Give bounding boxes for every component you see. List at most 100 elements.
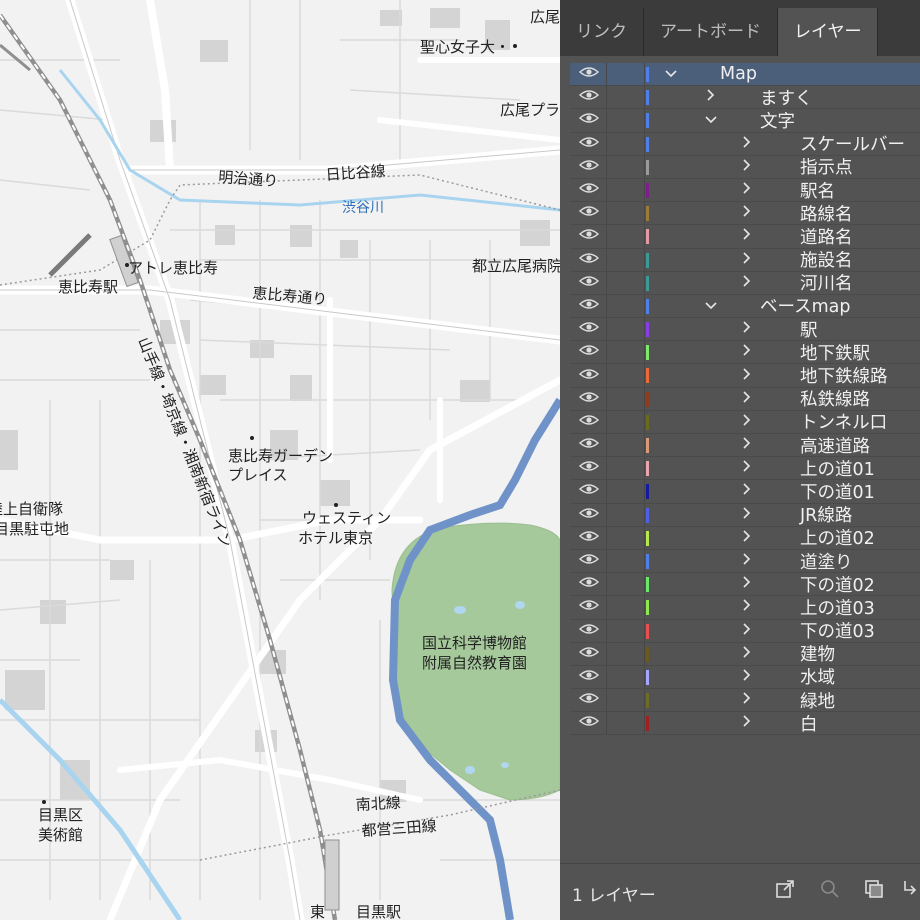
layer-row[interactable]: 上の道02 [570,526,920,550]
label-museum-1: 国立科学博物館 [422,634,527,652]
chevron-down-icon[interactable] [704,112,718,128]
layer-row[interactable]: 駅 [570,318,920,342]
eye-icon[interactable] [576,460,602,476]
layer-row[interactable]: 緑地 [570,689,920,713]
eye-icon[interactable] [576,530,602,546]
chevron-right-icon[interactable] [740,344,754,360]
chevron-right-icon[interactable] [740,367,754,384]
layer-row[interactable]: 下の道03 [570,619,920,643]
eye-icon[interactable] [576,182,602,198]
map-canvas[interactable]: 広尾 聖心女子大・ 広尾プラ 明治通り 日比谷線 渋谷川 アトレ恵比寿 恵比寿駅… [0,0,560,920]
chevron-down-icon[interactable] [704,298,718,314]
layer-row[interactable]: 道路名 [570,225,920,249]
eye-icon[interactable] [576,205,602,221]
layer-row[interactable]: 文字 [570,109,920,133]
chevron-right-icon[interactable] [740,692,754,708]
eye-icon[interactable] [576,483,602,499]
chevron-right-icon[interactable] [740,414,754,430]
chevron-right-icon[interactable] [740,252,754,268]
eye-icon[interactable] [576,599,602,615]
eye-icon[interactable] [576,437,602,453]
eye-icon[interactable] [576,715,602,731]
chevron-right-icon[interactable] [704,89,718,105]
layer-color-swatch [646,322,649,338]
eye-icon[interactable] [576,623,602,639]
eye-icon[interactable] [576,368,602,384]
eye-icon[interactable] [576,669,602,685]
layer-row[interactable]: 下の道01 [570,480,920,504]
eye-icon[interactable] [576,275,602,291]
layer-row[interactable]: 白 [570,712,920,736]
eye-icon[interactable] [576,89,602,105]
layer-row[interactable]: 駅名 [570,178,920,203]
chevron-right-icon[interactable] [740,483,754,499]
layer-row[interactable]: 下の道02 [570,573,920,597]
layer-row[interactable]: 地下鉄駅 [570,341,920,365]
layer-row[interactable]: Map [570,63,920,87]
new-sublayer-icon[interactable] [900,878,920,902]
layer-name: ますく [760,88,813,109]
eye-icon[interactable] [576,576,602,592]
chevron-right-icon[interactable] [740,576,754,592]
eye-icon[interactable] [576,66,602,82]
chevron-right-icon[interactable] [740,228,754,244]
chevron-right-icon[interactable] [740,159,754,175]
layer-row[interactable]: 河川名 [570,271,920,295]
eye-icon[interactable] [576,553,602,569]
layer-row[interactable]: JR線路 [570,503,920,527]
chevron-right-icon[interactable] [740,391,754,407]
layer-row[interactable]: 地下鉄線路 [570,364,920,388]
chevron-right-icon[interactable] [740,205,754,221]
chevron-down-icon[interactable] [664,66,678,82]
chevron-right-icon[interactable] [740,460,754,476]
eye-icon[interactable] [576,228,602,244]
chevron-right-icon[interactable] [740,646,754,662]
eye-icon[interactable] [576,298,602,314]
layer-row[interactable]: 指示点 [570,155,920,179]
eye-icon[interactable] [576,159,602,175]
chevron-right-icon[interactable] [740,437,754,453]
layer-row[interactable]: 上の道03 [570,596,920,620]
search-icon[interactable] [818,878,842,902]
export-icon[interactable] [773,878,797,902]
layer-row[interactable]: 私鉄線路 [570,387,920,411]
layer-row[interactable]: 上の道01 [570,457,920,481]
chevron-right-icon[interactable] [740,507,754,523]
layer-row[interactable]: 道塗り [570,549,920,574]
tab-links[interactable]: リンク [560,8,644,56]
eye-icon[interactable] [576,252,602,268]
chevron-right-icon[interactable] [740,321,754,337]
clipping-mask-icon[interactable] [862,878,886,902]
chevron-right-icon[interactable] [740,136,754,152]
eye-icon[interactable] [576,112,602,128]
layer-row[interactable]: ベースmap [570,294,920,319]
layer-row[interactable]: 建物 [570,642,920,666]
chevron-right-icon[interactable] [740,275,754,291]
eye-icon[interactable] [576,414,602,430]
chevron-right-icon[interactable] [740,669,754,685]
chevron-right-icon[interactable] [740,530,754,546]
chevron-right-icon[interactable] [740,599,754,615]
layer-row[interactable]: スケールバー [570,132,920,156]
eye-icon[interactable] [576,646,602,662]
chevron-right-icon[interactable] [740,715,754,731]
chevron-right-icon[interactable] [740,553,754,569]
eye-icon[interactable] [576,692,602,708]
eye-icon[interactable] [576,507,602,523]
layer-row[interactable]: 施設名 [570,248,920,272]
chevron-right-icon[interactable] [740,623,754,639]
eye-icon[interactable] [576,391,602,407]
eye-icon[interactable] [576,321,602,337]
tab-layers[interactable]: レイヤー [777,8,879,56]
layer-row[interactable]: 高速道路 [570,434,920,458]
layer-row[interactable]: 水域 [570,665,920,690]
chevron-right-icon[interactable] [740,182,754,198]
column-divider [644,109,645,132]
tab-artboards[interactable]: アートボード [644,8,778,56]
layer-row[interactable]: トンネル口 [570,410,920,434]
layer-row[interactable]: 路線名 [570,202,920,226]
layer-row[interactable]: ますく [570,86,920,110]
eye-icon[interactable] [576,136,602,152]
eye-icon[interactable] [576,344,602,360]
column-divider [644,526,645,549]
